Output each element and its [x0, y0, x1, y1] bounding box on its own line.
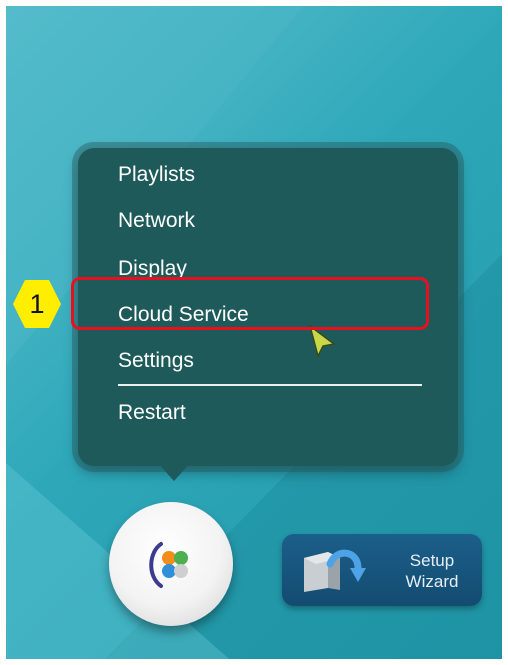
setup-wizard-label-line2: Wizard — [405, 572, 459, 591]
highlight-box — [71, 277, 429, 330]
popup-menu-pointer — [156, 461, 192, 481]
home-button[interactable] — [109, 502, 233, 626]
setup-wizard-label: Setup Wizard — [394, 550, 470, 592]
menu-item-network[interactable]: Network — [118, 208, 195, 234]
menu-divider — [118, 384, 422, 386]
setup-wizard-button[interactable]: Setup Wizard — [282, 534, 482, 606]
menu-item-settings[interactable]: Settings — [118, 348, 194, 374]
setup-wizard-label-line1: Setup — [409, 551, 455, 570]
menu-item-playlists[interactable]: Playlists — [118, 162, 195, 188]
device-screen: Playlists Network Display Cloud Service … — [6, 6, 502, 659]
home-logo-icon — [149, 542, 188, 588]
setup-wizard-icon — [304, 549, 366, 592]
menu-item-restart[interactable]: Restart — [118, 400, 186, 426]
